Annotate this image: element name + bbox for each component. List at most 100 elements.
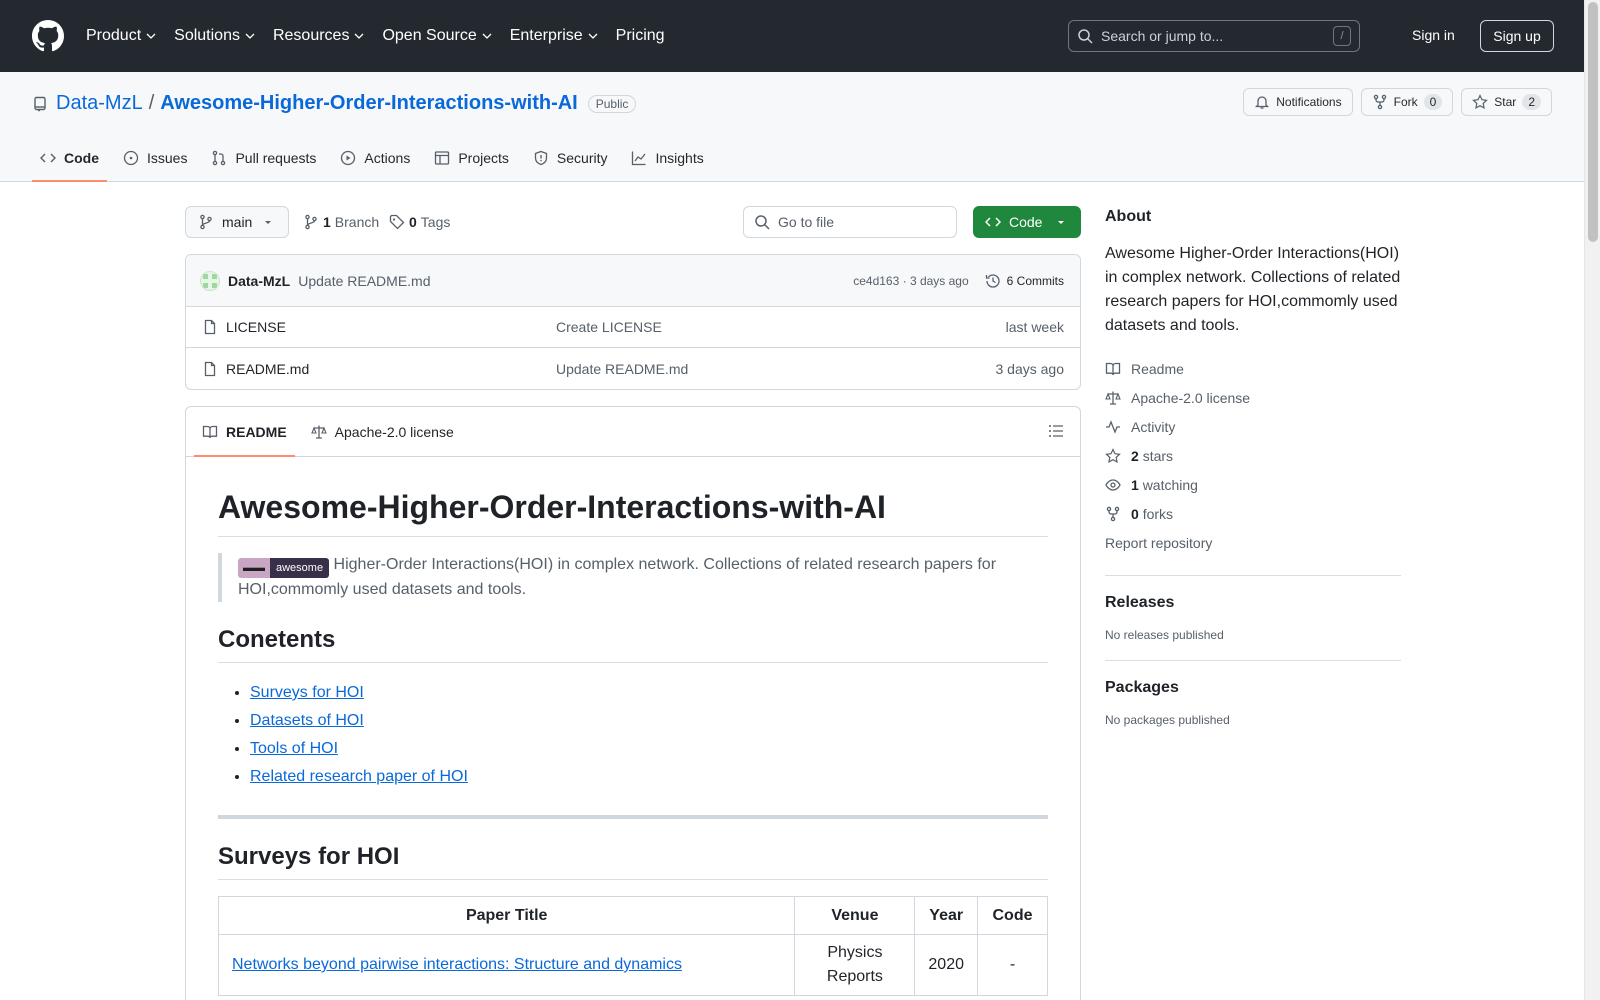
go-to-file-placeholder: Go to file <box>778 214 835 230</box>
tab-pull-requests[interactable]: Pull requests <box>203 134 324 182</box>
visibility-badge: Public <box>587 94 637 113</box>
file-row[interactable]: LICENSE Create LICENSE last week <box>186 307 1080 348</box>
repo-tabs: Code Issues Pull requests Actions Projec… <box>32 134 720 182</box>
divider <box>218 815 1048 819</box>
commit-message-link[interactable]: Update README.md <box>298 273 430 289</box>
awesome-badge[interactable]: ▬▬ awesome <box>238 558 330 578</box>
file-commit-message[interactable]: Update README.md <box>556 361 996 377</box>
link-label: Readme <box>1131 360 1184 377</box>
file-commit-message[interactable]: Create LICENSE <box>556 319 1006 335</box>
tab-license[interactable]: Apache-2.0 license <box>303 407 462 456</box>
path-separator: / <box>148 92 155 114</box>
nav-open-source[interactable]: Open Source <box>382 27 492 45</box>
nav-enterprise[interactable]: Enterprise <box>510 27 598 45</box>
tab-security[interactable]: Security <box>525 134 616 182</box>
history-icon <box>985 273 1000 288</box>
tab-actions[interactable]: Actions <box>332 134 418 182</box>
nav-label: Enterprise <box>509 27 583 44</box>
readme-link[interactable]: Readme <box>1105 354 1401 383</box>
watching-label: watching <box>1142 476 1198 493</box>
venue-cell: Physics Reports <box>794 934 916 996</box>
chevron-down-icon <box>354 33 364 39</box>
sign-up-button[interactable]: Sign up <box>1480 20 1554 52</box>
toc-link[interactable]: Surveys for HOI <box>250 684 364 701</box>
toc-link[interactable]: Datasets of HOI <box>250 712 364 729</box>
link-label: Activity <box>1131 418 1176 435</box>
report-repository-link[interactable]: Report repository <box>1105 528 1401 557</box>
branches-link[interactable]: 1 Branch <box>303 214 379 230</box>
file-icon <box>204 319 216 335</box>
star-icon <box>1105 447 1121 463</box>
nav-resources[interactable]: Resources <box>273 27 364 45</box>
repo-header: Data-MzL / Awesome-Higher-Order-Interact… <box>0 72 1584 182</box>
tab-label: Security <box>556 150 608 166</box>
shield-icon <box>534 150 548 166</box>
toc-link[interactable]: Related research paper of HOI <box>250 768 468 785</box>
pulse-icon <box>1106 419 1120 434</box>
readme-panel: README Apache-2.0 license Awesome-Higher… <box>185 406 1081 1000</box>
fork-count: 0 <box>1423 94 1443 110</box>
nav-solutions[interactable]: Solutions <box>174 27 255 45</box>
readme-content: Awesome-Higher-Order-Interactions-with-A… <box>186 457 1080 1000</box>
stars-label: stars <box>1142 447 1174 464</box>
license-link[interactable]: Apache-2.0 license <box>1105 383 1401 412</box>
watching-link[interactable]: 1 watching <box>1105 470 1401 499</box>
tab-insights[interactable]: Insights <box>623 134 711 182</box>
sign-in-link[interactable]: Sign in <box>1412 27 1455 43</box>
sunglasses-icon: ▬▬ <box>238 558 270 578</box>
fork-button[interactable]: Fork 0 <box>1360 88 1454 116</box>
packages-heading[interactable]: Packages <box>1105 679 1401 697</box>
tab-label: Apache-2.0 license <box>334 423 454 440</box>
repo-icon <box>34 96 46 111</box>
page-scrollbar[interactable] <box>1584 0 1600 1000</box>
commits-history-link[interactable]: 6 Commits <box>985 273 1064 289</box>
file-row[interactable]: README.md Update README.md 3 days ago <box>186 348 1080 389</box>
go-to-file-input[interactable]: Go to file <box>743 206 957 238</box>
github-logo-icon[interactable] <box>32 20 64 52</box>
toc-link[interactable]: Tools of HOI <box>250 740 338 757</box>
tab-readme[interactable]: README <box>194 407 295 457</box>
star-button[interactable]: Star 2 <box>1461 88 1552 116</box>
column-header: Code <box>977 896 1048 935</box>
activity-link[interactable]: Activity <box>1105 412 1401 441</box>
list-item: Related research paper of HOI <box>250 763 1048 791</box>
global-search-input[interactable]: Search or jump to... / <box>1068 20 1360 52</box>
forks-link[interactable]: 0 forks <box>1105 499 1401 528</box>
list-unordered-icon[interactable] <box>1048 423 1064 439</box>
nav-product[interactable]: Product <box>86 27 156 45</box>
table-row: Networks beyond pairwise interactions: S… <box>217 934 1048 996</box>
file-name-link[interactable]: LICENSE <box>226 319 556 335</box>
avatar[interactable] <box>200 270 220 291</box>
code-dropdown-button[interactable]: Code <box>973 206 1081 238</box>
nav-pricing[interactable]: Pricing <box>616 27 665 45</box>
repo-owner-link[interactable]: Data-MzL <box>56 92 143 115</box>
tab-label: Actions <box>364 150 411 166</box>
tab-issues[interactable]: Issues <box>115 134 195 182</box>
tab-label: README <box>226 423 287 440</box>
year-cell: 2020 <box>914 934 978 996</box>
commit-author-link[interactable]: Data-MzL <box>228 273 290 289</box>
column-header: Year <box>914 896 978 935</box>
nav-label: Product <box>86 27 142 44</box>
repo-name-link[interactable]: Awesome-Higher-Order-Interactions-with-A… <box>160 92 577 115</box>
nav-label: Resources <box>272 27 350 44</box>
tags-link[interactable]: 0 Tags <box>389 214 450 230</box>
caret-down-icon <box>265 221 272 224</box>
tab-projects[interactable]: Projects <box>426 134 517 182</box>
search-shortcut-key: / <box>1333 26 1351 46</box>
nav-label: Open Source <box>382 27 477 44</box>
branch-select-button[interactable]: main <box>185 206 290 238</box>
stars-link[interactable]: 2 stars <box>1105 441 1401 470</box>
scrollbar-thumb[interactable] <box>1588 2 1598 242</box>
contents-list: Surveys for HOI Datasets of HOI Tools of… <box>218 679 1048 791</box>
commit-meta[interactable]: ce4d163 · 3 days ago <box>853 274 968 288</box>
releases-heading[interactable]: Releases <box>1105 594 1401 612</box>
file-name-link[interactable]: README.md <box>226 361 556 377</box>
paper-title-link[interactable]: Networks beyond pairwise interactions: S… <box>232 956 682 973</box>
tab-code[interactable]: Code <box>32 134 107 182</box>
repo-title: Data-MzL / Awesome-Higher-Order-Interact… <box>32 92 637 115</box>
notifications-button[interactable]: Notifications <box>1243 88 1353 116</box>
forks-count: 0 <box>1131 505 1139 522</box>
branch-icon <box>200 214 212 230</box>
file-browser: Data-MzL Update README.md ce4d163 · 3 da… <box>185 254 1081 390</box>
